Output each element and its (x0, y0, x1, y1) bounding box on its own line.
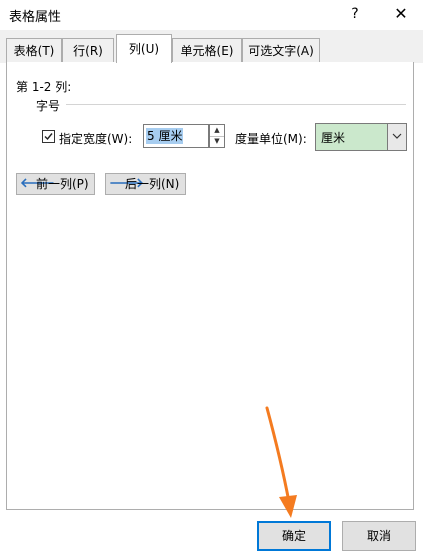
tab-alt-text[interactable]: 可选文字(A) (242, 38, 320, 62)
size-group-label: 字号 (36, 99, 61, 113)
previous-column-label: 前一列(P) (36, 177, 89, 191)
next-column-button[interactable]: 🡒 后一列(N) (105, 173, 186, 195)
column-range-label: 第 1-2 列: (16, 80, 72, 94)
chevron-down-icon[interactable] (387, 124, 406, 150)
cancel-button[interactable]: 取消 (342, 521, 416, 551)
width-input-value: 5 厘米 (146, 128, 184, 144)
tab-row[interactable]: 行(R) (62, 38, 114, 62)
dialog-title: 表格属性 (9, 10, 62, 25)
spin-down-icon[interactable]: ▼ (210, 136, 224, 147)
dialog-titlebar: 表格属性 ? ✕ (0, 0, 423, 30)
unit-select-value: 厘米 (321, 131, 346, 145)
ok-button[interactable]: 确定 (257, 521, 331, 551)
close-button[interactable]: ✕ (386, 2, 416, 26)
previous-column-button[interactable]: 🡐 前一列(P) (16, 173, 95, 195)
help-button[interactable]: ? (340, 2, 370, 26)
annotation-arrow-icon (265, 406, 297, 518)
tab-table[interactable]: 表格(T) (6, 38, 62, 62)
checkmark-icon (44, 133, 53, 141)
tab-cell[interactable]: 单元格(E) (172, 38, 242, 62)
specify-width-checkbox[interactable] (42, 130, 55, 143)
tab-column[interactable]: 列(U) (116, 34, 172, 63)
unit-label: 度量单位(M): (235, 132, 307, 146)
width-input[interactable]: 5 厘米 (143, 124, 209, 148)
group-divider (66, 104, 406, 105)
width-spinner: ▲ ▼ (209, 124, 225, 148)
next-column-label: 后一列(N) (125, 177, 180, 191)
unit-select[interactable]: 厘米 (315, 123, 407, 151)
specify-width-label: 指定宽度(W): (59, 132, 133, 146)
